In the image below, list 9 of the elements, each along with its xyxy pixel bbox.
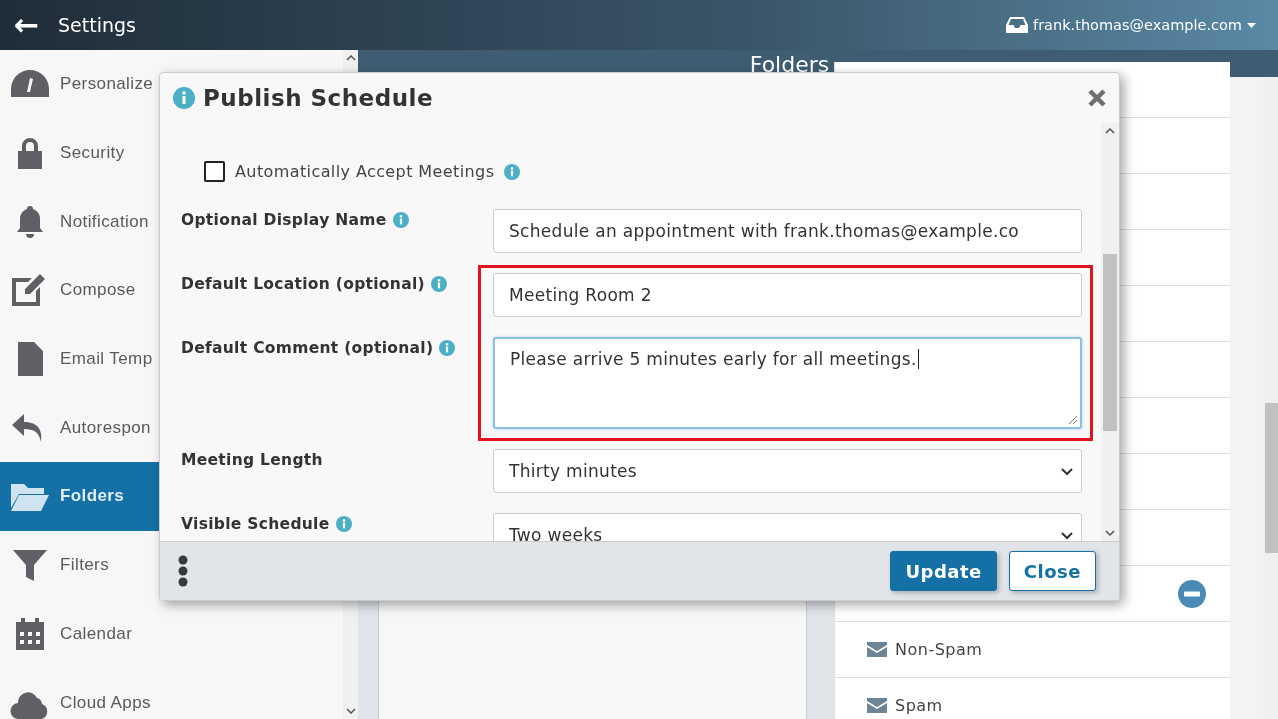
field-label: Meeting Length xyxy=(181,451,323,469)
section-title: Folders xyxy=(749,51,830,77)
field-label: Default Comment (optional) xyxy=(181,339,434,357)
field-label: Default Location (optional) xyxy=(181,275,425,293)
field-label: Optional Display Name xyxy=(181,211,387,229)
checkbox-label: Automatically Accept Meetings xyxy=(235,161,495,181)
field-label: Visible Schedule xyxy=(181,515,330,533)
dialog-title: Publish Schedule xyxy=(203,85,434,111)
page-title: Settings xyxy=(58,14,136,36)
